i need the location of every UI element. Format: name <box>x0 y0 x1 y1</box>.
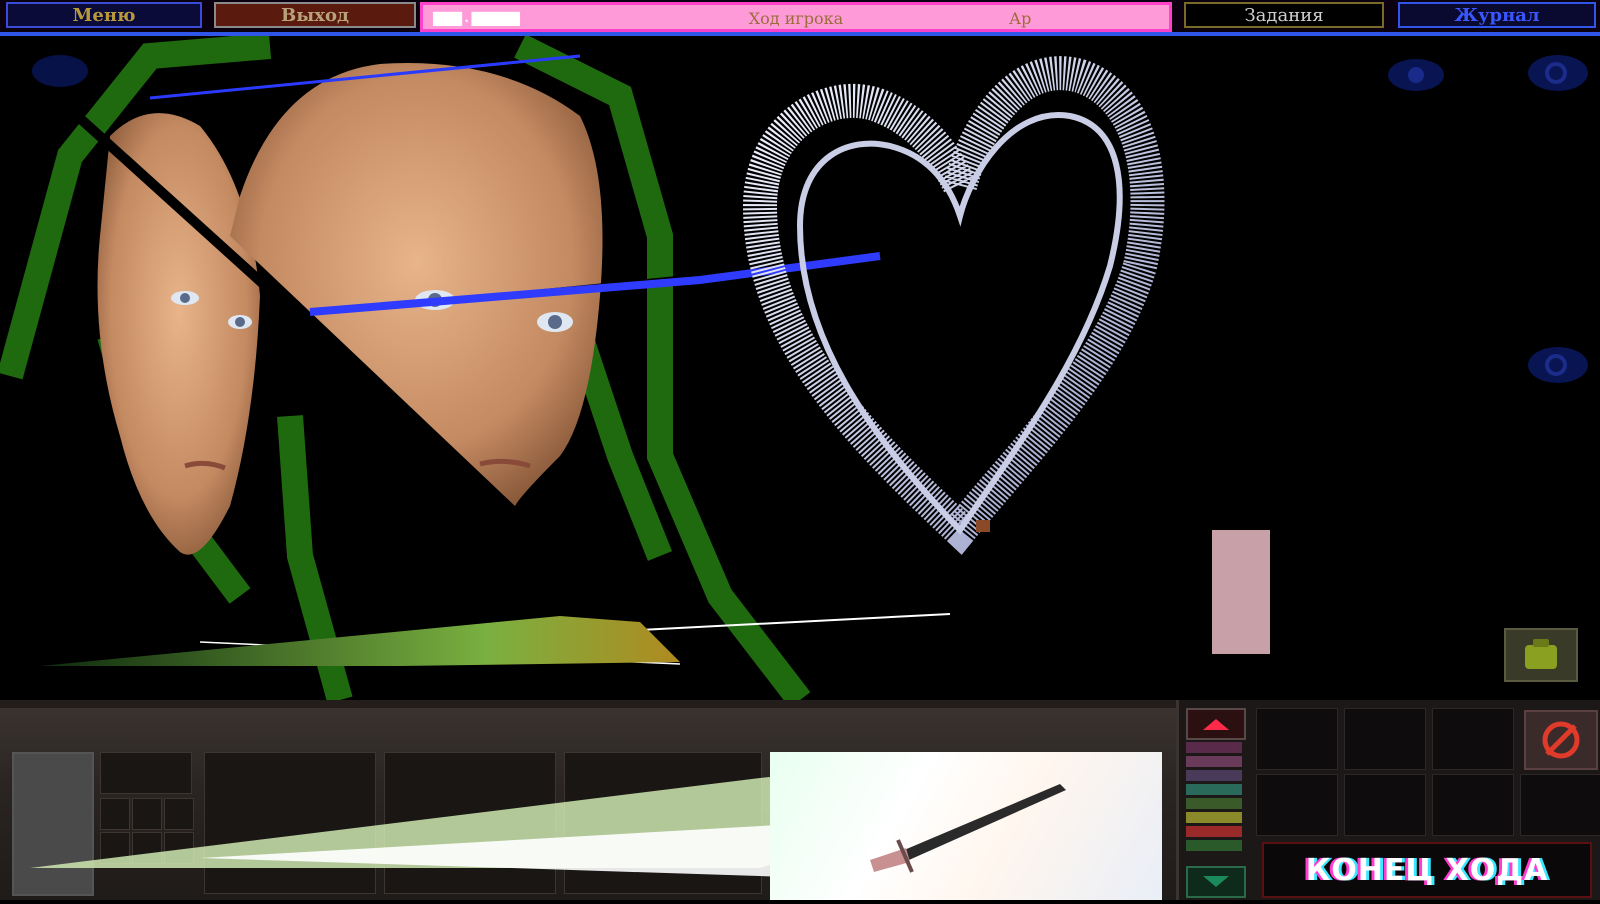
dagger-icon <box>870 784 1066 873</box>
pink-glitch-block <box>1212 530 1270 654</box>
heart-marker <box>742 56 1165 555</box>
arrow-down-icon <box>1203 876 1229 887</box>
floor-streak <box>40 616 680 666</box>
inventory-slot[interactable] <box>1520 774 1600 836</box>
tasks-button[interactable]: Задания <box>1184 2 1384 28</box>
color-strip[interactable] <box>1186 742 1242 753</box>
exit-button[interactable]: Выход <box>214 2 416 28</box>
character-portrait-left <box>97 113 260 555</box>
turn-banner: ▆▆▆.▆▆▆▆▆ Ход игрока Ар <box>420 2 1172 32</box>
game-scene[interactable] <box>0 36 1600 700</box>
inventory-slot[interactable] <box>1344 774 1426 836</box>
cancel-icon <box>1542 721 1580 759</box>
inventory-slot[interactable] <box>1256 708 1338 770</box>
scene-graphics <box>0 36 1270 700</box>
color-strip[interactable] <box>1186 798 1242 809</box>
bottom-hud: КОНЕЦ ХОДА <box>0 700 1600 900</box>
color-strip[interactable] <box>1186 756 1242 767</box>
turn-status-text: Ход игрока <box>748 9 844 28</box>
banner-right-text: Ар <box>1009 9 1032 28</box>
eye-icon[interactable] <box>1384 54 1448 96</box>
top-bar: Меню Выход ▆▆▆.▆▆▆▆▆ Ход игрока Ар Задан… <box>0 0 1600 36</box>
item-preview[interactable] <box>770 752 1162 900</box>
color-strip[interactable] <box>1186 770 1242 781</box>
scroll-up-button[interactable] <box>1186 708 1246 740</box>
journal-button[interactable]: Журнал <box>1398 2 1596 28</box>
color-strip[interactable] <box>1186 826 1242 837</box>
inventory-slot[interactable] <box>1256 774 1338 836</box>
end-turn-button[interactable]: КОНЕЦ ХОДА <box>1262 842 1592 898</box>
color-strip[interactable] <box>1186 784 1242 795</box>
color-strip[interactable] <box>1186 840 1242 851</box>
color-strip[interactable] <box>1186 812 1242 823</box>
backpack-button[interactable] <box>1504 628 1578 682</box>
hud-main-panel <box>0 708 1176 900</box>
eye-icon[interactable] <box>1526 344 1590 386</box>
end-turn-label: КОНЕЦ ХОДА <box>1305 852 1549 888</box>
inventory-slot[interactable] <box>1432 774 1514 836</box>
menu-button[interactable]: Меню <box>6 2 202 28</box>
inventory-slot[interactable] <box>1344 708 1426 770</box>
backpack-icon <box>1525 639 1557 669</box>
cancel-button[interactable] <box>1524 710 1598 770</box>
eye-icon[interactable] <box>28 50 92 92</box>
arrow-up-icon <box>1203 719 1229 730</box>
scroll-down-button[interactable] <box>1186 866 1246 898</box>
inventory-slot[interactable] <box>1432 708 1514 770</box>
eye-icon[interactable] <box>1526 52 1590 94</box>
